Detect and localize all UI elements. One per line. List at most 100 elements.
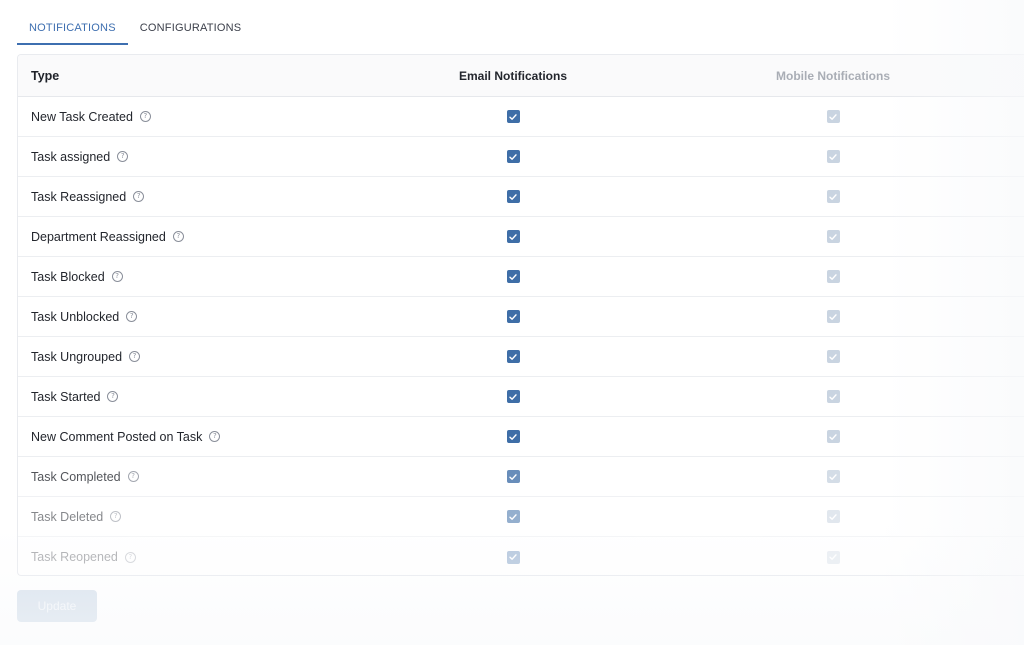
table-row: Task Deleted? [18, 497, 1024, 537]
mobile-notification-cell [733, 217, 933, 256]
notification-type-label: Task Reassigned [31, 189, 127, 204]
table-header-row: Type Email Notifications Mobile Notifica… [18, 55, 1024, 97]
notification-type-cell: Task Ungrouped? [31, 337, 141, 376]
email-notification-cell [413, 177, 613, 216]
table-row: Task Reassigned? [18, 177, 1024, 217]
notification-type-label: Task Blocked [31, 269, 105, 284]
notification-type-label: Task Deleted [31, 509, 104, 524]
email-notification-checkbox[interactable] [506, 510, 520, 523]
help-icon[interactable]: ? [139, 111, 151, 122]
email-notification-cell [413, 497, 613, 536]
notification-type-cell: Task Started? [31, 377, 119, 416]
email-notifications-column-header: Email Notifications [458, 68, 568, 83]
mobile-notification-checkbox [826, 550, 840, 564]
notification-type-label: Task Ungrouped [31, 349, 123, 364]
mobile-notification-cell [733, 137, 933, 176]
tab-bar: NOTIFICATIONS CONFIGURATIONS [17, 12, 253, 46]
type-column-header: Type [31, 68, 60, 83]
email-notification-cell [413, 457, 613, 496]
tab-configurations[interactable]: CONFIGURATIONS [128, 12, 254, 45]
email-notification-cell [413, 337, 613, 376]
table-row: Task assigned? [18, 137, 1024, 177]
help-icon[interactable]: ? [117, 151, 129, 162]
email-notification-checkbox[interactable] [506, 230, 520, 243]
mobile-notification-cell [733, 97, 933, 136]
mobile-notification-checkbox [826, 430, 840, 443]
email-notification-cell [413, 417, 613, 456]
mobile-notification-cell [733, 337, 933, 376]
help-icon[interactable]: ? [107, 391, 119, 402]
mobile-notification-checkbox [826, 310, 840, 323]
email-notification-checkbox[interactable] [506, 350, 520, 363]
update-button[interactable]: Update [17, 590, 97, 622]
table-row: Task Completed? [18, 457, 1024, 497]
email-notification-cell [413, 97, 613, 136]
table-row: Task Reopened? [18, 537, 1024, 575]
mobile-notification-cell [733, 537, 933, 575]
table-row: New Comment Posted on Task? [18, 417, 1024, 457]
notification-type-cell: Department Reassigned? [31, 217, 184, 256]
email-notification-cell [413, 297, 613, 336]
mobile-notification-cell [733, 457, 933, 496]
notification-type-label: Task Completed [31, 469, 121, 484]
mobile-notification-cell [733, 297, 933, 336]
mobile-notification-checkbox [826, 350, 840, 363]
table-body: New Task Created? Task assigned? Task Reas… [18, 97, 1024, 575]
notification-type-cell: New Task Created? [31, 97, 151, 136]
table-row: Department Reassigned? [18, 217, 1024, 257]
help-icon[interactable]: ? [133, 191, 145, 202]
mobile-notification-checkbox [826, 510, 840, 523]
notification-type-label: New Task Created [31, 109, 133, 124]
mobile-notification-checkbox [826, 110, 840, 123]
email-notification-checkbox[interactable] [506, 150, 520, 163]
mobile-notification-cell [733, 257, 933, 296]
mobile-notification-checkbox [826, 230, 840, 243]
notification-type-cell: Task Deleted? [31, 497, 122, 536]
notification-type-cell: Task Unblocked? [31, 297, 138, 336]
email-notification-cell [413, 537, 613, 575]
help-icon[interactable]: ? [124, 551, 136, 563]
mobile-notification-cell [733, 177, 933, 216]
table-row: Task Ungrouped? [18, 337, 1024, 377]
mobile-notification-cell [733, 377, 933, 416]
table-row: Task Started? [18, 377, 1024, 417]
mobile-notification-checkbox [826, 150, 840, 163]
email-notification-cell [413, 257, 613, 296]
email-notification-checkbox[interactable] [506, 470, 520, 483]
notification-type-label: Task Reopened [31, 550, 118, 564]
mobile-notification-cell [733, 417, 933, 456]
email-notification-cell [413, 137, 613, 176]
email-notification-checkbox[interactable] [506, 110, 520, 123]
email-notification-checkbox[interactable] [506, 270, 520, 283]
tab-notifications[interactable]: NOTIFICATIONS [17, 12, 128, 45]
help-icon[interactable]: ? [110, 511, 122, 522]
email-notification-cell [413, 377, 613, 416]
notification-type-label: Department Reassigned [31, 229, 166, 244]
notification-settings-page: NOTIFICATIONS CONFIGURATIONS Type Email … [0, 0, 1024, 645]
mobile-notification-checkbox [826, 470, 840, 483]
mobile-notification-checkbox [826, 390, 840, 403]
email-notification-checkbox[interactable] [506, 190, 520, 203]
help-icon[interactable]: ? [127, 471, 139, 482]
email-notification-checkbox[interactable] [506, 430, 520, 443]
table-row: New Task Created? [18, 97, 1024, 137]
notification-type-cell: Task Blocked? [31, 257, 123, 296]
notification-type-label: Task Started [31, 389, 101, 404]
help-icon[interactable]: ? [126, 311, 138, 322]
notification-type-label: Task Unblocked [31, 309, 120, 324]
notification-type-cell: Task assigned? [31, 137, 129, 176]
notification-type-cell: Task Completed? [31, 457, 139, 496]
help-icon[interactable]: ? [129, 351, 141, 362]
notification-type-cell: Task Reopened? [31, 537, 136, 575]
help-icon[interactable]: ? [111, 271, 123, 282]
help-icon[interactable]: ? [172, 231, 184, 242]
mobile-notification-cell [733, 497, 933, 536]
email-notification-checkbox[interactable] [506, 550, 520, 564]
notification-type-label: New Comment Posted on Task [31, 429, 203, 444]
email-notification-checkbox[interactable] [506, 390, 520, 403]
table-row: Task Unblocked? [18, 297, 1024, 337]
help-icon[interactable]: ? [209, 431, 221, 442]
email-notification-cell [413, 217, 613, 256]
email-notification-checkbox[interactable] [506, 310, 520, 323]
notification-type-label: Task assigned [31, 149, 111, 164]
